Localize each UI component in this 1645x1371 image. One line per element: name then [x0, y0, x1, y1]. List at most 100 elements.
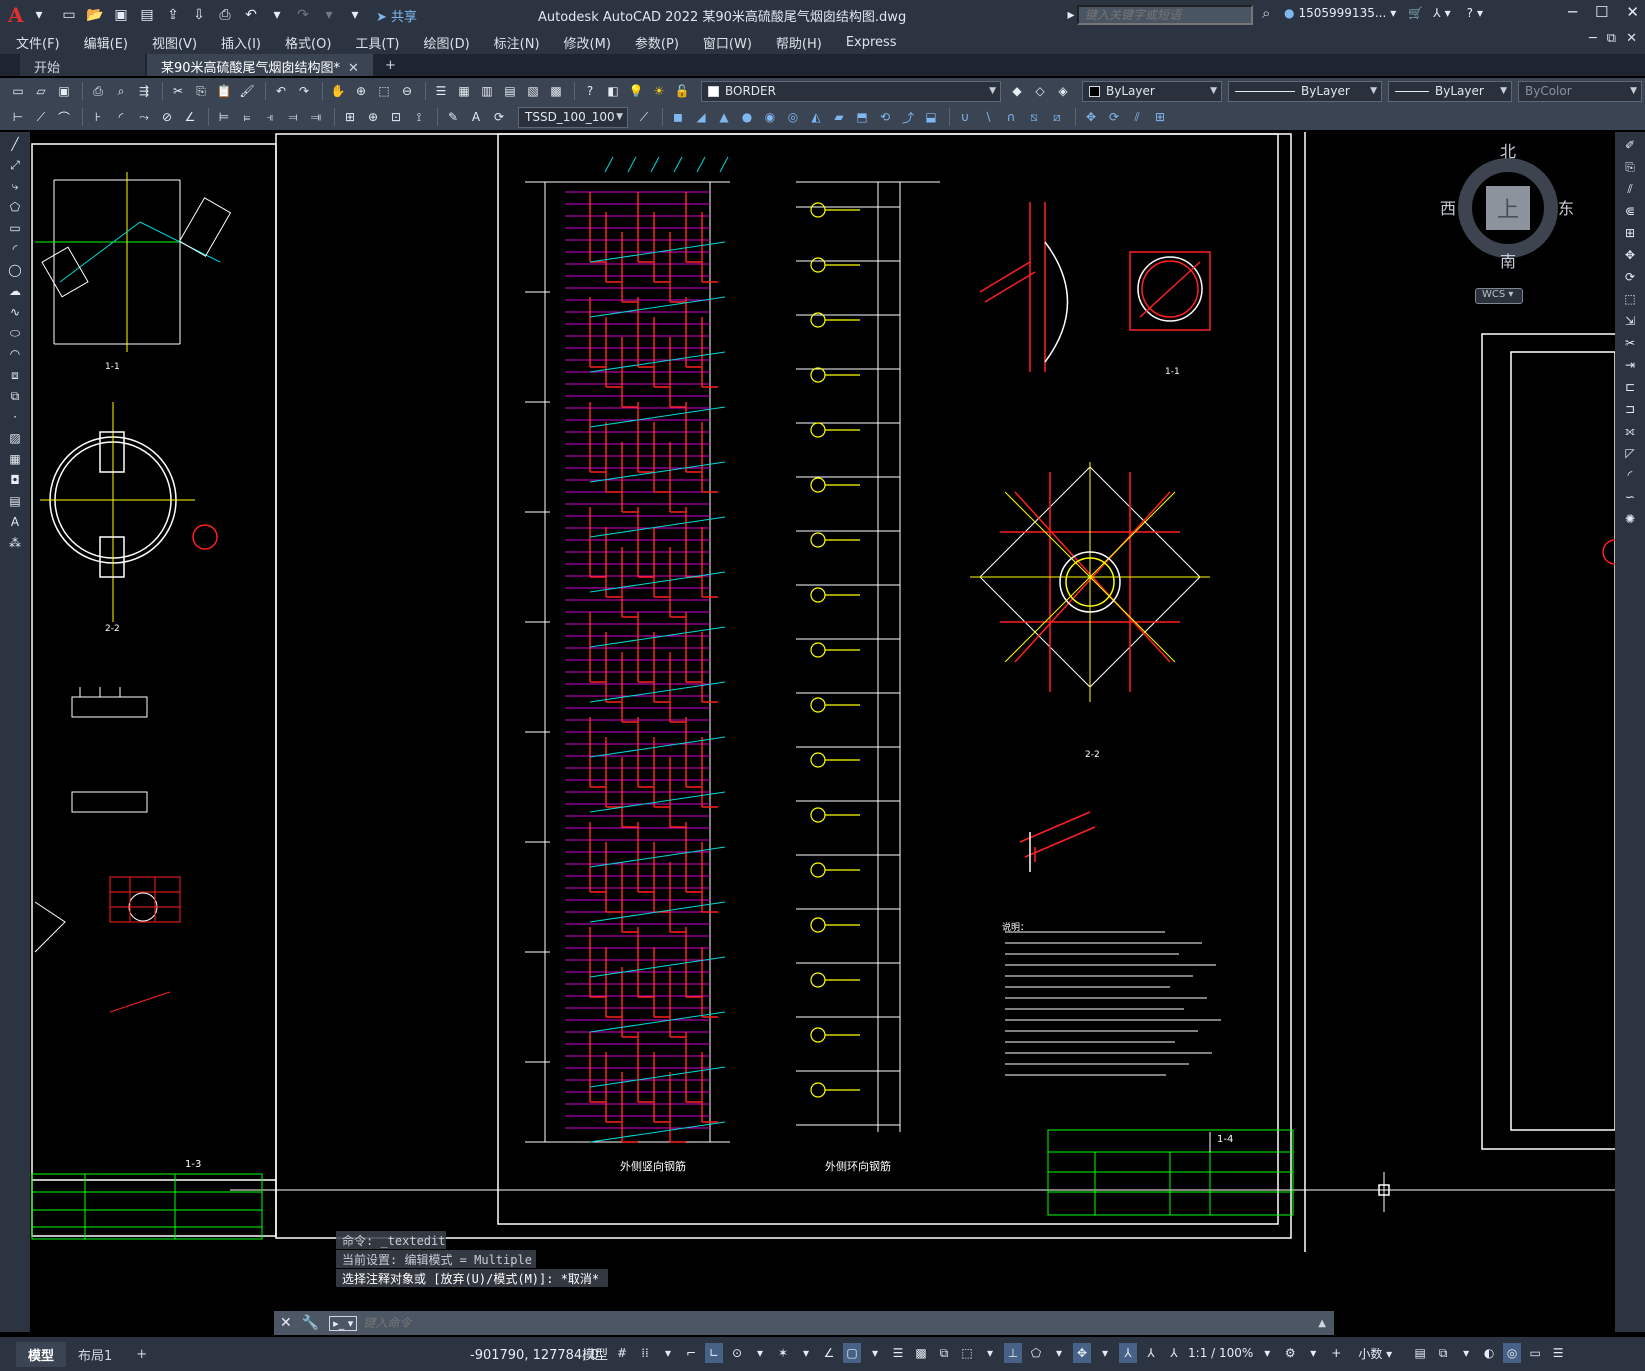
copy-object-icon[interactable]: ⎘	[1620, 158, 1640, 176]
radius-dim-icon[interactable]: ◜	[111, 107, 131, 127]
redo-icon[interactable]: ↷	[292, 4, 314, 26]
tab-close-icon[interactable]: ✕	[348, 61, 359, 76]
annotation-scale-icon[interactable]: ⅄	[1165, 1343, 1183, 1363]
cut-icon[interactable]: ✂	[168, 81, 188, 101]
tolerance-icon[interactable]: ⊞	[340, 107, 360, 127]
a360-dropdown-icon[interactable]: ▾	[1445, 6, 1451, 20]
add-selected-icon[interactable]: ⁂	[5, 534, 25, 552]
isolate-objects-icon[interactable]: ◐	[1480, 1343, 1498, 1363]
workspace-gear-icon[interactable]: ⚙	[1281, 1343, 1299, 1363]
properties-icon[interactable]: ☰	[431, 81, 451, 101]
viewcube[interactable]: 上 北 南 西 东 WCS ▾	[1438, 138, 1574, 304]
dim-text-edit-icon[interactable]: A	[466, 107, 486, 127]
arc-length-icon[interactable]: ⌒	[54, 107, 74, 127]
clean-screen-icon[interactable]: ▭	[1526, 1343, 1544, 1363]
model-space-button[interactable]: 模型	[582, 1343, 608, 1363]
user-dropdown-icon[interactable]: ▾	[1390, 6, 1396, 20]
wrench-icon[interactable]: 🔧	[302, 1315, 319, 1331]
pan-icon[interactable]: ✋	[328, 81, 348, 101]
union-icon[interactable]: ∪	[955, 107, 975, 127]
dim-update-icon[interactable]: ⟳	[489, 107, 509, 127]
angular-dim-icon[interactable]: ∠	[180, 107, 200, 127]
stretch-icon[interactable]: ⇲	[1620, 312, 1640, 330]
compass-south[interactable]: 南	[1500, 248, 1516, 272]
publish-icon[interactable]: ⇶	[134, 81, 154, 101]
scale-dropdown-icon[interactable]: ▾	[1258, 1343, 1276, 1363]
layer-unlock-icon[interactable]: 🔓	[672, 81, 692, 101]
annotation-visibility-icon[interactable]: ⅄	[1119, 1343, 1138, 1363]
center-mark-icon[interactable]: ⊕	[363, 107, 383, 127]
redo-dropdown-icon[interactable]: ▾	[318, 4, 340, 26]
plot-preview-icon[interactable]: ⌕	[111, 81, 131, 101]
dim-break-icon[interactable]: ⫥	[306, 107, 326, 127]
extend-icon[interactable]: ⇥	[1620, 356, 1640, 374]
command-prompt-icon[interactable]: ▸_ ▾	[329, 1315, 358, 1331]
linear-dim-icon[interactable]: ⊢	[8, 107, 28, 127]
aligned-dim-icon[interactable]: ⟋	[31, 107, 51, 127]
ellipse-arc-icon[interactable]: ◠	[5, 345, 25, 363]
tab-layout1[interactable]: 布局1	[66, 1342, 124, 1367]
menu-window[interactable]: 窗口(W)	[703, 33, 752, 52]
wedge-icon[interactable]: ◢	[691, 107, 711, 127]
help-dropdown-icon[interactable]: ▾	[1477, 6, 1483, 20]
line-icon[interactable]: ╱	[5, 135, 25, 153]
coordinate-readout[interactable]: -901790, 127784, 0	[470, 1348, 599, 1363]
redo-toolbar-icon[interactable]: ↷	[294, 81, 314, 101]
save-web-icon[interactable]: ⇩	[188, 4, 210, 26]
dimstyle-combo[interactable]: TSSD_100_100 ▼	[518, 106, 628, 128]
user-name[interactable]: 1505999135...	[1298, 6, 1386, 20]
undo-dropdown-icon[interactable]: ▾	[266, 4, 288, 26]
zoom-previous-icon[interactable]: ⊖	[397, 81, 417, 101]
baseline-dim-icon[interactable]: ⫢	[237, 107, 257, 127]
cart-icon[interactable]: 🛒	[1408, 6, 1423, 20]
scale-icon[interactable]: ⬚	[1620, 290, 1640, 308]
polar-dropdown-icon[interactable]: ▾	[751, 1343, 769, 1363]
join-icon[interactable]: ⟗	[1620, 422, 1640, 440]
doc-restore-icon[interactable]: ⧉	[1607, 31, 1616, 46]
continue-dim-icon[interactable]: ⫣	[260, 107, 280, 127]
polyline-icon[interactable]: ⤷	[5, 177, 25, 195]
explode-icon[interactable]: ✺	[1620, 510, 1640, 528]
customize-qat-icon[interactable]: ▾	[344, 4, 366, 26]
menu-tools[interactable]: 工具(T)	[355, 33, 399, 52]
subtract-icon[interactable]: ∖	[978, 107, 998, 127]
tool-palettes-icon[interactable]: ▥	[477, 81, 497, 101]
gizmo-icon[interactable]: ✥	[1073, 1343, 1092, 1363]
units-selector[interactable]: 小数 ▾	[1358, 1345, 1392, 1362]
user-area[interactable]: ● 1505999135... ▾ 🛒 ⅄ ▾ ? ▾	[1284, 6, 1483, 20]
search-input[interactable]	[1077, 5, 1253, 25]
ortho-icon[interactable]: ∟	[705, 1343, 724, 1363]
menu-dimension[interactable]: 标注(N)	[494, 33, 540, 52]
new-tab-icon[interactable]: +	[375, 55, 406, 76]
menu-help[interactable]: 帮助(H)	[776, 33, 822, 52]
workspace-dropdown-icon[interactable]: ▾	[1304, 1343, 1322, 1363]
inspect-icon[interactable]: ⊡	[386, 107, 406, 127]
lineweight-combo[interactable]: ByLayer ▼	[1388, 80, 1512, 102]
design-center-icon[interactable]: ▦	[454, 81, 474, 101]
3d-move-icon[interactable]: ✥	[1081, 107, 1101, 127]
doc-close-icon[interactable]: ✕	[1626, 31, 1637, 46]
fillet-icon[interactable]: ◜	[1620, 466, 1640, 484]
annotation-scale-value[interactable]: 1:1 / 100%	[1188, 1346, 1253, 1360]
undo-icon[interactable]: ↶	[240, 4, 262, 26]
isodraft-dropdown-icon[interactable]: ▾	[797, 1343, 815, 1363]
gradient-icon[interactable]: ▦	[5, 450, 25, 468]
object-snap-icon[interactable]: ▢	[843, 1343, 862, 1363]
polysolid-icon[interactable]: ▰	[829, 107, 849, 127]
extrude-icon[interactable]: ⬒	[852, 107, 872, 127]
offset-icon[interactable]: ⋐	[1620, 202, 1640, 220]
3d-osnap-icon[interactable]: ⬚	[958, 1343, 976, 1363]
object-snap-tracking-icon[interactable]: ∠	[820, 1343, 838, 1363]
undo-toolbar-icon[interactable]: ↶	[271, 81, 291, 101]
torus-icon[interactable]: ◎	[783, 107, 803, 127]
break-icon[interactable]: ⊐	[1620, 400, 1640, 418]
menu-file[interactable]: 文件(F)	[16, 33, 60, 52]
a360-icon[interactable]: ⅄	[1433, 6, 1440, 20]
intersect-icon[interactable]: ∩	[1001, 107, 1021, 127]
infer-constraints-icon[interactable]: ⌐	[682, 1343, 700, 1363]
trim-icon[interactable]: ✂	[1620, 334, 1640, 352]
revcloud-icon[interactable]: ☁	[5, 282, 25, 300]
point-icon[interactable]: ·	[5, 408, 25, 426]
polygon-icon[interactable]: ⬠	[5, 198, 25, 216]
close-icon[interactable]: ✕	[280, 1315, 292, 1331]
